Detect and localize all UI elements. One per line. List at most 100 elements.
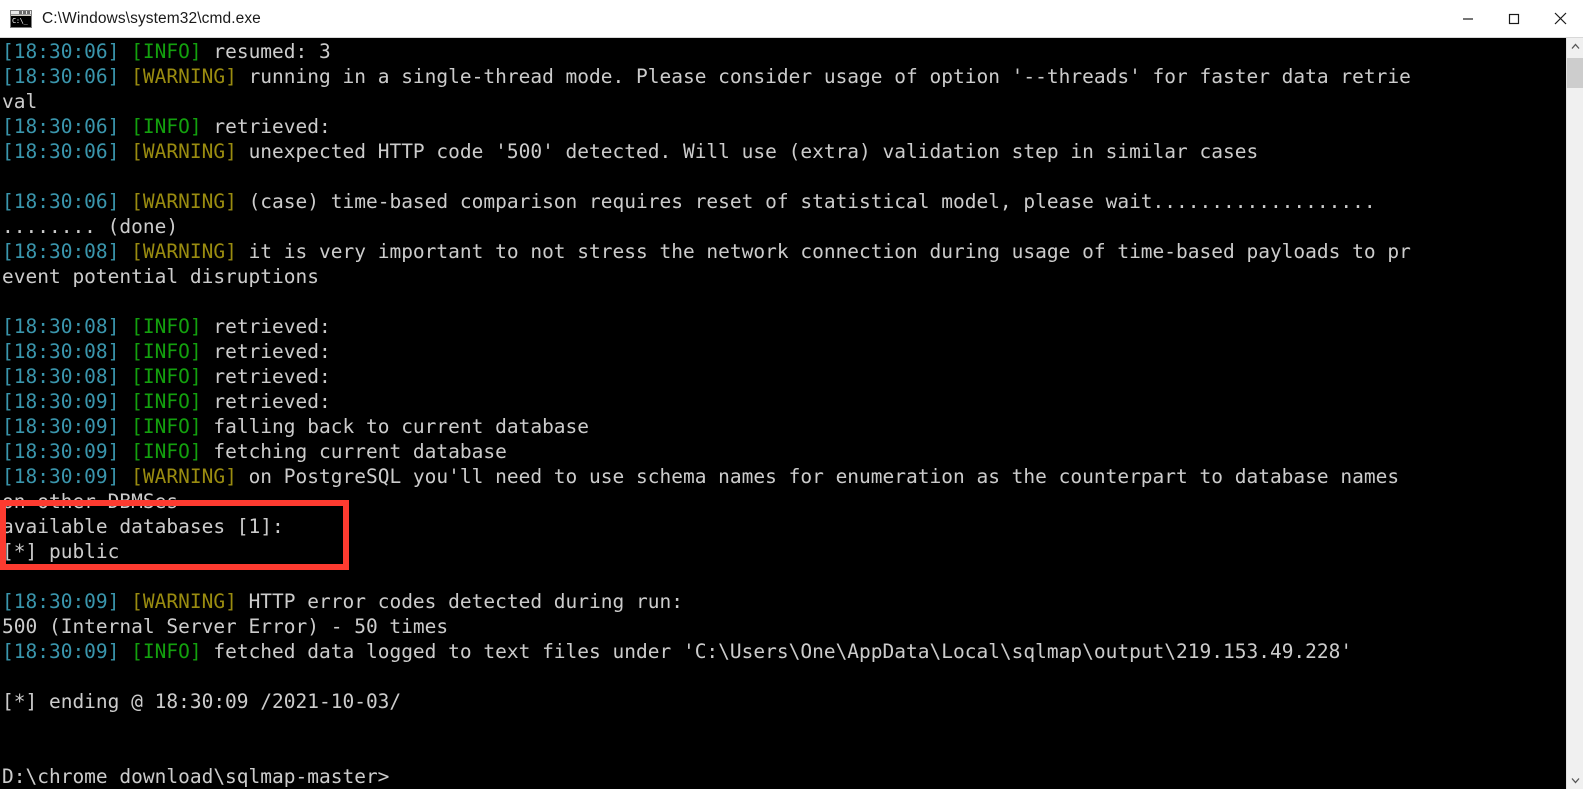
terminal-line: [*] public (2, 539, 1566, 564)
minimize-icon (1463, 17, 1473, 20)
close-icon (1554, 12, 1566, 25)
terminal-line: [18:30:08] [WARNING] it is very importan… (2, 239, 1566, 264)
terminal-line: D:\chrome download\sqlmap-master> (2, 764, 1566, 789)
terminal-line: [18:30:06] [INFO] retrieved: (2, 114, 1566, 139)
title-bar[interactable]: C:\_ C:\Windows\system32\cmd.exe (0, 0, 1583, 38)
log-timestamp: [18:30:09] (2, 415, 120, 438)
log-timestamp: [18:30:06] (2, 115, 120, 138)
scrollbar-thumb[interactable] (1567, 58, 1583, 88)
log-level-info: [INFO] (131, 340, 202, 363)
log-timestamp: [18:30:09] (2, 390, 120, 413)
terminal-line: [18:30:09] [WARNING] HTTP error codes de… (2, 589, 1566, 614)
log-timestamp: [18:30:06] (2, 140, 120, 163)
log-message: [*] public (2, 540, 120, 563)
log-message: retrieved: (201, 115, 331, 138)
log-timestamp: [18:30:06] (2, 65, 120, 88)
log-timestamp: [18:30:06] (2, 190, 120, 213)
log-message: it is very important to not stress the n… (236, 240, 1411, 263)
log-level-info: [INFO] (131, 640, 202, 663)
log-message: event potential disruptions (2, 265, 319, 288)
terminal-line: [18:30:08] [INFO] retrieved: (2, 339, 1566, 364)
log-level-info: [INFO] (131, 115, 202, 138)
terminal-line: [18:30:09] [INFO] fetching current datab… (2, 439, 1566, 464)
log-message: available databases [1]: (2, 515, 284, 538)
log-message: on PostgreSQL you'll need to use schema … (236, 465, 1400, 488)
log-message: resumed: 3 (201, 40, 331, 63)
log-level-info: [INFO] (131, 40, 202, 63)
scroll-down-button[interactable] (1567, 772, 1583, 789)
chevron-down-icon (1571, 778, 1580, 784)
log-level-warning: [WARNING] (131, 240, 237, 263)
terminal-line: [18:30:09] [WARNING] on PostgreSQL you'l… (2, 464, 1566, 489)
log-message: unexpected HTTP code '500' detected. Wil… (236, 140, 1259, 163)
log-timestamp: [18:30:08] (2, 365, 120, 388)
log-timestamp: [18:30:09] (2, 440, 120, 463)
log-message: retrieved: (201, 340, 331, 363)
log-timestamp: [18:30:09] (2, 590, 120, 613)
vertical-scrollbar[interactable] (1566, 38, 1583, 789)
log-message: retrieved: (201, 315, 331, 338)
close-button[interactable] (1537, 0, 1583, 37)
terminal-line: val (2, 89, 1566, 114)
terminal-line: [18:30:09] [INFO] retrieved: (2, 389, 1566, 414)
log-timestamp: [18:30:09] (2, 465, 120, 488)
log-message: falling back to current database (201, 415, 590, 438)
log-level-warning: [WARNING] (131, 65, 237, 88)
terminal-line: on other DBMSes (2, 489, 1566, 514)
chevron-up-icon (1571, 43, 1580, 49)
terminal-line: [18:30:09] [INFO] falling back to curren… (2, 414, 1566, 439)
log-message: D:\chrome download\sqlmap-master> (2, 765, 390, 788)
log-message: on other DBMSes (2, 490, 179, 513)
log-message: retrieved: (201, 390, 331, 413)
maximize-icon (1508, 13, 1520, 24)
cmd-window: C:\_ C:\Windows\system32\cmd.exe [18:30:… (0, 0, 1583, 789)
terminal-text: [18:30:06] [INFO] resumed: 3 [18:30:06] [… (0, 38, 1566, 789)
log-level-info: [INFO] (131, 315, 202, 338)
terminal-line: [18:30:09] [INFO] fetched data logged to… (2, 639, 1566, 664)
log-timestamp: [18:30:08] (2, 240, 120, 263)
log-message: [*] ending @ 18:30:09 /2021-10-03/ (2, 690, 402, 713)
terminal-line: available databases [1]: (2, 514, 1566, 539)
terminal-line: ........ (done) (2, 214, 1566, 239)
log-message: val (2, 90, 38, 113)
minimize-button[interactable] (1445, 0, 1491, 37)
log-timestamp: [18:30:08] (2, 315, 120, 338)
terminal-line: 500 (Internal Server Error) - 50 times (2, 614, 1566, 639)
terminal-line: [*] ending @ 18:30:09 /2021-10-03/ (2, 689, 1566, 714)
window-title: C:\Windows\system32\cmd.exe (42, 9, 261, 27)
log-level-warning: [WARNING] (131, 190, 237, 213)
log-timestamp: [18:30:08] (2, 340, 120, 363)
log-message: ........ (done) (2, 215, 179, 238)
log-level-info: [INFO] (131, 365, 202, 388)
log-timestamp: [18:30:09] (2, 640, 120, 663)
cmd-icon-glyph: C:\_ (11, 15, 31, 27)
log-message: (case) time-based comparison requires re… (236, 190, 1376, 213)
maximize-button[interactable] (1491, 0, 1537, 37)
scroll-up-button[interactable] (1567, 38, 1583, 55)
console-output-area[interactable]: [18:30:06] [INFO] resumed: 3 [18:30:06] [… (0, 38, 1566, 789)
log-level-warning: [WARNING] (131, 140, 237, 163)
log-message: running in a single-thread mode. Please … (236, 65, 1411, 88)
log-message: fetching current database (201, 440, 507, 463)
terminal-line: event potential disruptions (2, 264, 1566, 289)
terminal-line: [18:30:06] [WARNING] running in a single… (2, 64, 1566, 89)
terminal-line: [18:30:06] [WARNING] unexpected HTTP cod… (2, 139, 1566, 164)
log-message: fetched data logged to text files under … (201, 640, 1353, 663)
log-level-info: [INFO] (131, 390, 202, 413)
log-message: HTTP error codes detected during run: (236, 590, 683, 613)
log-message: retrieved: (201, 365, 331, 388)
log-level-info: [INFO] (131, 440, 202, 463)
log-level-info: [INFO] (131, 415, 202, 438)
cmd-console-icon: C:\_ (10, 9, 32, 28)
log-timestamp: [18:30:06] (2, 40, 120, 63)
terminal-line: [18:30:08] [INFO] retrieved: (2, 364, 1566, 389)
terminal-line: [18:30:06] [WARNING] (case) time-based c… (2, 189, 1566, 214)
log-level-warning: [WARNING] (131, 590, 237, 613)
log-level-warning: [WARNING] (131, 465, 237, 488)
terminal-line: [18:30:06] [INFO] resumed: 3 (2, 39, 1566, 64)
